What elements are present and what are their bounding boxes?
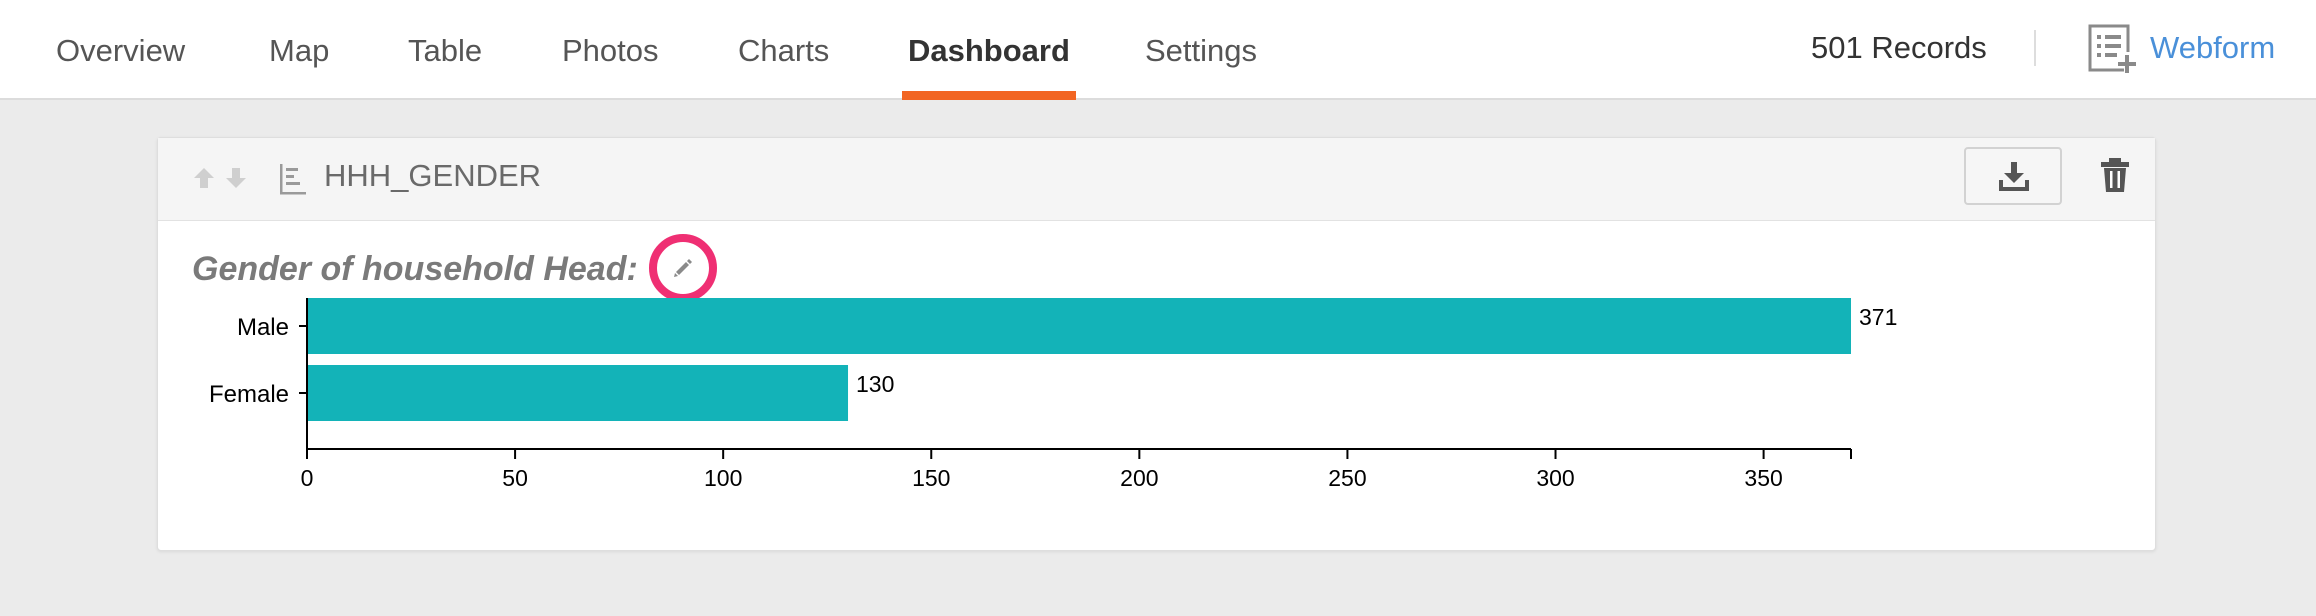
- records-count: 501 Records: [1811, 30, 1987, 65]
- tab-settings[interactable]: Settings: [1145, 0, 1257, 100]
- tab-label: Settings: [1145, 33, 1258, 68]
- chart-title: Gender of household Head:: [192, 250, 638, 288]
- category-label: Male: [237, 314, 289, 341]
- tab-label: Charts: [738, 33, 830, 68]
- nav-divider: [2034, 30, 2036, 66]
- widget-header: HHH_GENDER: [158, 138, 2155, 221]
- bar-value-label: 371: [1859, 304, 1897, 330]
- trash-icon[interactable]: [2098, 156, 2132, 194]
- webform-icon: [2088, 24, 2138, 74]
- tab-label: Map: [269, 33, 330, 68]
- bar-male: [308, 298, 1851, 354]
- bar-chart-icon: [280, 164, 306, 195]
- bar-chart: Male 371 Female 130 0 50 100 150 200 250 300 350: [209, 298, 1897, 491]
- x-tick-label: 50: [502, 465, 528, 491]
- bar-female: [308, 365, 849, 421]
- tab-label: Dashboard: [908, 33, 1070, 68]
- top-nav: Overview Map Table Photos Charts Dashboard Set…: [0, 0, 2316, 100]
- bar-value-label: 130: [856, 371, 894, 397]
- arrow-down-icon[interactable]: [222, 164, 250, 192]
- tab-label: Table: [408, 33, 483, 68]
- x-tick-label: 200: [1120, 465, 1158, 491]
- arrow-up-icon[interactable]: [190, 164, 218, 192]
- tab-label: Photos: [562, 33, 659, 68]
- download-icon: [1999, 162, 2029, 191]
- x-tick-label: 300: [1536, 465, 1574, 491]
- tab-table[interactable]: Table: [408, 0, 482, 100]
- webform-label: Webform: [2150, 30, 2276, 65]
- x-tick-label: 100: [704, 465, 742, 491]
- tab-dashboard[interactable]: Dashboard: [902, 0, 1076, 100]
- x-tick-label: 250: [1328, 465, 1366, 491]
- x-tick-label: 150: [912, 465, 950, 491]
- field-name: HHH_GENDER: [324, 158, 542, 193]
- download-button[interactable]: [1964, 147, 2062, 205]
- tab-photos[interactable]: Photos: [562, 0, 659, 100]
- x-tick-label: 350: [1744, 465, 1782, 491]
- x-tick-label: 0: [301, 465, 314, 491]
- pencil-icon: [674, 259, 692, 277]
- tab-label: Overview: [56, 33, 186, 68]
- tab-charts[interactable]: Charts: [738, 0, 829, 100]
- dashboard-widget: HHH_GENDER Gender of household Head: Mal…: [157, 137, 2156, 551]
- edit-title-button[interactable]: [649, 234, 717, 302]
- tab-overview[interactable]: Overview: [56, 0, 185, 100]
- tab-map[interactable]: Map: [269, 0, 329, 100]
- active-tab-indicator: [902, 91, 1076, 100]
- category-label: Female: [209, 381, 289, 408]
